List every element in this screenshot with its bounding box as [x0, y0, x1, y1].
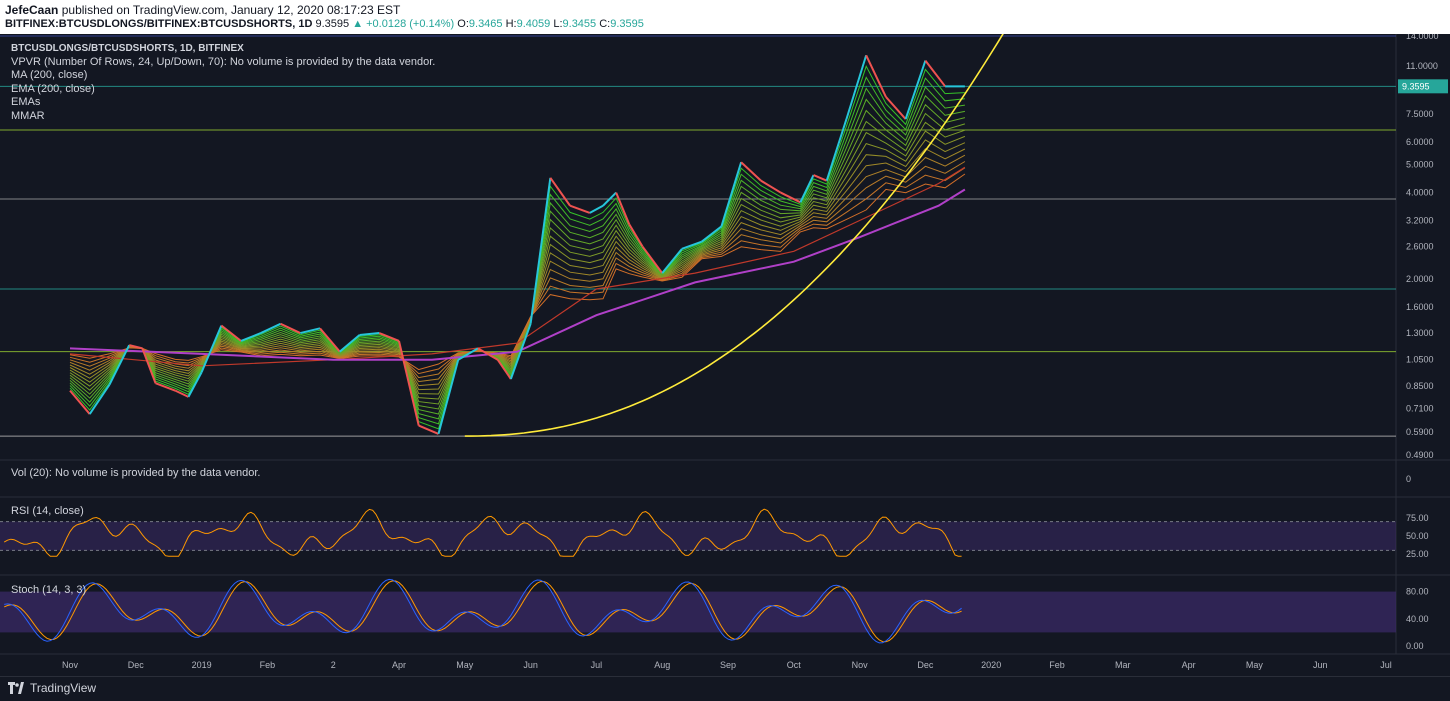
price-change: ▲ +0.0128 (+0.14%): [352, 18, 455, 30]
time-axis-label: Jul: [1380, 660, 1392, 670]
close-value: 9.3595: [610, 18, 644, 30]
tradingview-logo[interactable]: TradingView: [8, 681, 96, 695]
price-axis-tick: 0.4900: [1406, 450, 1434, 460]
close-label: C:: [599, 18, 611, 30]
rsi-label[interactable]: RSI (14, close): [11, 505, 84, 517]
time-axis-label: Jun: [523, 660, 538, 670]
price-axis-tick: 1.0500: [1406, 355, 1434, 365]
tradingview-icon: [8, 682, 24, 694]
time-axis-label: Jul: [591, 660, 603, 670]
price-axis-tick: 3.2000: [1406, 215, 1434, 225]
stoch-label[interactable]: Stoch (14, 3, 3): [11, 584, 86, 596]
time-axis-label: 2020: [981, 660, 1001, 670]
time-axis-label: May: [456, 660, 474, 670]
time-axis-label: Nov: [62, 660, 79, 670]
stoch-axis-tick: 80.00: [1406, 587, 1429, 597]
open-value: 9.3465: [468, 18, 503, 30]
symbol-name: BITFINEX:BTCUSDLONGS/BITFINEX:BTCUSDSHOR…: [5, 18, 313, 30]
price-axis-tick: 4.0000: [1406, 188, 1434, 198]
time-axis-label: May: [1246, 660, 1264, 670]
time-axis-label: Apr: [392, 660, 406, 670]
legend-emas[interactable]: EMAs: [11, 96, 435, 110]
price-axis-tick: 14.0000: [1406, 34, 1439, 41]
time-axis-label: 2: [331, 660, 336, 670]
legend-vpvr[interactable]: VPVR (Number Of Rows, 24, Up/Down, 70): …: [11, 56, 435, 70]
rsi-band: [0, 521, 1396, 551]
time-axis-label: Aug: [654, 660, 670, 670]
price-axis-tick: 1.6000: [1406, 302, 1434, 312]
volume-label[interactable]: Vol (20): No volume is provided by the d…: [11, 467, 260, 479]
price-axis-tick: 1.3000: [1406, 328, 1434, 338]
price-axis-tick: 2.0000: [1406, 274, 1434, 284]
price-axis-tick: 0.7100: [1406, 404, 1434, 414]
author-name[interactable]: JefeCaan: [5, 3, 58, 17]
time-axis-label: 2019: [192, 660, 212, 670]
legend-ema[interactable]: EMA (200, close): [11, 83, 435, 97]
last-price: 9.3595: [315, 18, 350, 30]
footer: TradingView: [0, 676, 1450, 701]
rsi-axis-tick: 50.00: [1406, 531, 1429, 541]
time-axis-label: Jun: [1313, 660, 1328, 670]
price-axis-tick: 6.0000: [1406, 137, 1434, 147]
price-axis-tick: 0.8500: [1406, 381, 1434, 391]
rsi-axis-tick: 25.00: [1406, 549, 1429, 559]
publish-line: JefeCaan published on TradingView.com, J…: [5, 3, 400, 17]
low-value: 9.3455: [562, 18, 597, 30]
price-axis-tick: 0.5900: [1406, 427, 1434, 437]
time-axis-label: Oct: [787, 660, 802, 670]
time-axis-label: Apr: [1182, 660, 1196, 670]
main-legend: BTCUSDLONGS/BTCUSDSHORTS, 1D, BITFINEX V…: [11, 42, 435, 123]
low-label: L:: [553, 18, 563, 30]
stoch-axis-tick: 40.00: [1406, 614, 1429, 624]
legend-ma[interactable]: MA (200, close): [11, 69, 435, 83]
price-axis-tick: 2.6000: [1406, 241, 1434, 251]
chart-header: JefeCaan published on TradingView.com, J…: [0, 0, 1450, 34]
volume-axis-tick: 0: [1406, 474, 1411, 484]
high-label: H:: [505, 18, 517, 30]
chart-svg[interactable]: 14.0000 11.0000 7.5000 6.0000 5.0000 4.0000 3.…: [0, 34, 1450, 676]
stoch-axis-tick: 0.00: [1406, 641, 1424, 651]
published-text: published on TradingView.com, January 12…: [61, 3, 401, 17]
time-axis-label: Dec: [128, 660, 145, 670]
symbol-line: BITFINEX:BTCUSDLONGS/BITFINEX:BTCUSDSHOR…: [5, 18, 644, 30]
price-axis-tick: 11.0000: [1406, 61, 1438, 71]
time-axis-label: Feb: [260, 660, 276, 670]
legend-title: BTCUSDLONGS/BTCUSDSHORTS, 1D, BITFINEX: [11, 43, 244, 54]
time-axis-label: Sep: [720, 660, 736, 670]
price-axis-tick: 7.5000: [1406, 109, 1434, 119]
open-label: O:: [457, 18, 469, 30]
high-value: 9.4059: [516, 18, 551, 30]
time-axis-label: Dec: [917, 660, 934, 670]
footer-brand: TradingView: [30, 681, 97, 695]
price-axis-tick: 5.0000: [1406, 160, 1434, 170]
time-axis-label: Feb: [1049, 660, 1065, 670]
last-price-tag-label: 9.3595: [1402, 81, 1430, 91]
time-axis-label: Mar: [1115, 660, 1131, 670]
chart-area[interactable]: 14.0000 11.0000 7.5000 6.0000 5.0000 4.0000 3.…: [0, 34, 1450, 676]
rsi-axis-tick: 75.00: [1406, 513, 1429, 523]
legend-mmar[interactable]: MMAR: [11, 110, 435, 124]
time-axis-label: Nov: [852, 660, 869, 670]
